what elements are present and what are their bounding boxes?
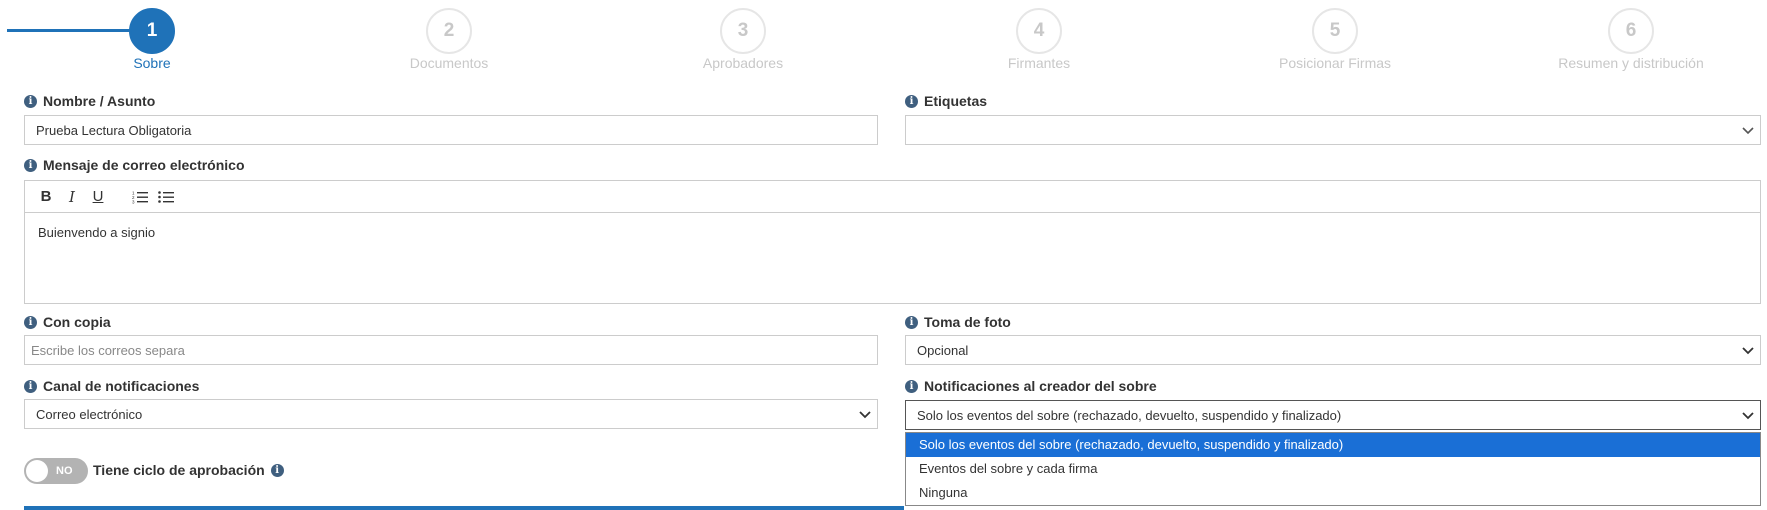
etiquetas-label-text: Etiquetas xyxy=(924,93,988,109)
step-label: Resumen y distribución xyxy=(1558,55,1704,71)
step-aprobadores[interactable]: 3 Aprobadores xyxy=(653,8,833,71)
stepper: 1 Sobre 2 Documentos 3 Aprobadores 4 Fir… xyxy=(0,0,1767,72)
foto-label-text: Toma de foto xyxy=(924,314,1011,330)
canal-label: i Canal de notificaciones xyxy=(24,378,199,394)
photo-select[interactable]: Opcional xyxy=(905,335,1761,365)
info-icon[interactable]: i xyxy=(905,315,918,329)
cc-placeholder: Escribe los correos separa xyxy=(31,342,185,358)
step-number: 5 xyxy=(1312,8,1358,54)
channel-value: Correo electrónico xyxy=(36,406,143,422)
step-number: 1 xyxy=(129,8,175,54)
step-documentos[interactable]: 2 Documentos xyxy=(359,8,539,71)
mensaje-label: i Mensaje de correo electrónico xyxy=(24,157,245,173)
approval-label: Tiene ciclo de aprobación i xyxy=(93,462,284,478)
step-label: Firmantes xyxy=(1007,55,1071,71)
creator-notifications-select[interactable]: Solo los eventos del sobre (rechazado, d… xyxy=(905,400,1761,430)
nombre-label: i Nombre / Asunto xyxy=(24,93,155,109)
mensaje-label-text: Mensaje de correo electrónico xyxy=(43,157,245,173)
etiquetas-label: i Etiquetas xyxy=(905,93,987,109)
step-label: Documentos xyxy=(409,55,489,71)
info-icon[interactable]: i xyxy=(24,94,37,108)
step-number: 2 xyxy=(426,8,472,54)
copia-label-text: Con copia xyxy=(43,314,111,330)
creator-notifications-dropdown: Solo los eventos del sobre (rechazado, d… xyxy=(905,432,1761,506)
message-editor[interactable]: B I U 1 2 3 Buienvendo a signio xyxy=(24,180,1761,304)
channel-select[interactable]: Correo electrónico xyxy=(24,399,878,429)
ordered-list-icon: 1 2 3 xyxy=(132,190,148,204)
etiquetas-select[interactable] xyxy=(905,115,1761,145)
ordered-list-button[interactable]: 1 2 3 xyxy=(129,186,151,208)
approval-label-text: Tiene ciclo de aprobación xyxy=(93,462,265,478)
creator-notifications-value: Solo los eventos del sobre (rechazado, d… xyxy=(917,407,1342,423)
underline-button[interactable]: U xyxy=(87,186,109,208)
foto-label: i Toma de foto xyxy=(905,314,1011,330)
step-resumen[interactable]: 6 Resumen y distribución xyxy=(1541,8,1721,71)
step-number: 4 xyxy=(1016,8,1062,54)
info-icon[interactable]: i xyxy=(24,379,37,393)
chevron-down-icon xyxy=(859,411,871,419)
italic-button[interactable]: I xyxy=(61,186,83,208)
info-icon[interactable]: i xyxy=(270,463,284,477)
step-number: 3 xyxy=(720,8,766,54)
bullet-list-button[interactable] xyxy=(155,186,177,208)
nombre-input[interactable]: Prueba Lectura Obligatoria xyxy=(24,115,878,145)
dropdown-option[interactable]: Solo los eventos del sobre (rechazado, d… xyxy=(906,433,1760,457)
photo-value: Opcional xyxy=(917,342,969,358)
chevron-down-icon xyxy=(1742,127,1754,135)
toggle-knob xyxy=(26,460,48,482)
info-icon[interactable]: i xyxy=(905,94,918,108)
bullet-list-icon xyxy=(158,190,174,203)
bold-button[interactable]: B xyxy=(35,186,57,208)
editor-toolbar: B I U 1 2 3 xyxy=(25,181,1760,213)
step-label: Aprobadores xyxy=(702,55,784,71)
step-sobre[interactable]: 1 Sobre xyxy=(62,8,242,71)
nombre-label-text: Nombre / Asunto xyxy=(43,93,156,109)
editor-content[interactable]: Buienvendo a signio xyxy=(25,213,1760,252)
canal-label-text: Canal de notificaciones xyxy=(43,378,200,394)
dropdown-option[interactable]: Ninguna xyxy=(906,481,1760,505)
nombre-value: Prueba Lectura Obligatoria xyxy=(36,122,192,138)
step-posicionar-firmas[interactable]: 5 Posicionar Firmas xyxy=(1245,8,1425,71)
chevron-down-icon xyxy=(1742,412,1754,420)
notif-creador-label: i Notificaciones al creador del sobre xyxy=(905,378,1157,394)
approval-toggle[interactable]: NO xyxy=(24,458,88,484)
svg-text:3: 3 xyxy=(132,199,135,204)
notif-creador-label-text: Notificaciones al creador del sobre xyxy=(924,378,1157,394)
chevron-down-icon xyxy=(1742,347,1754,355)
bottom-bar xyxy=(24,506,904,510)
toggle-state-text: NO xyxy=(56,465,73,477)
copia-label: i Con copia xyxy=(24,314,111,330)
info-icon[interactable]: i xyxy=(24,315,37,329)
step-label: Posicionar Firmas xyxy=(1278,55,1392,71)
info-icon[interactable]: i xyxy=(24,158,37,172)
dropdown-option[interactable]: Eventos del sobre y cada firma xyxy=(906,457,1760,481)
step-number: 6 xyxy=(1608,8,1654,54)
info-icon[interactable]: i xyxy=(905,379,918,393)
step-firmantes[interactable]: 4 Firmantes xyxy=(949,8,1129,71)
cc-input[interactable]: Escribe los correos separa xyxy=(24,335,878,365)
step-label: Sobre xyxy=(133,55,171,71)
